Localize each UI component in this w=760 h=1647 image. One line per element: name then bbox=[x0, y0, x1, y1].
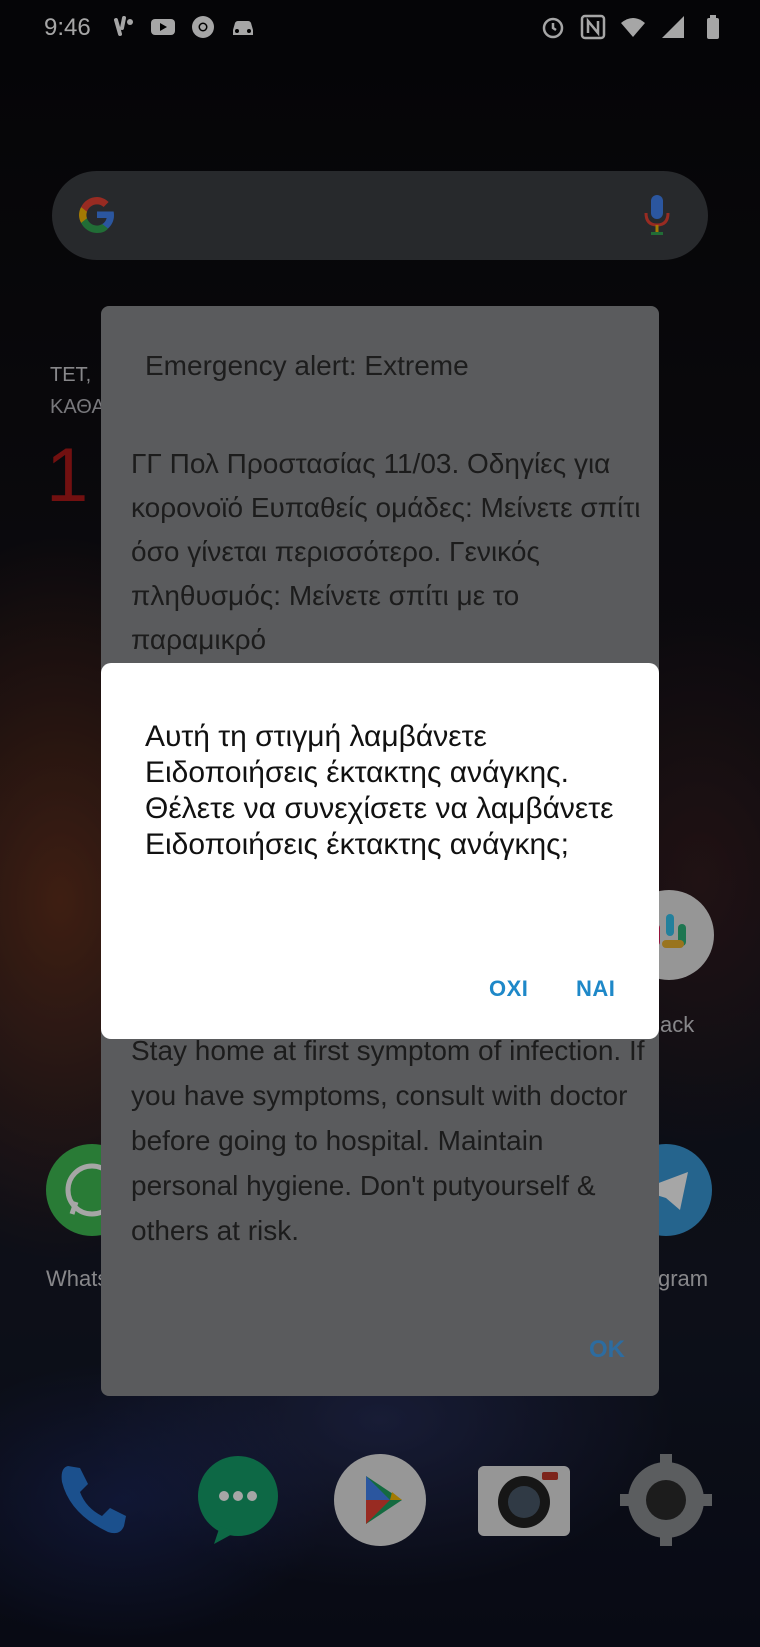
no-button[interactable]: ΟΧΙ bbox=[489, 976, 528, 1002]
alert-body-greek: ΓΓ Πολ Προστασίας 11/03. Οδηγίες για κορ… bbox=[131, 448, 641, 655]
alert-body-english: Stay home at first symptom of infection.… bbox=[131, 1035, 645, 1246]
alert-ok-button[interactable]: OK bbox=[589, 1336, 625, 1364]
dialog-message: Αυτή τη στιγμή λαμβάνετε Ειδοποιήσεις έκ… bbox=[145, 720, 614, 861]
continue-alerts-dialog: Αυτή τη στιγμή λαμβάνετε Ειδοποιήσεις έκ… bbox=[101, 663, 659, 1039]
yes-button[interactable]: ΝΑΙ bbox=[576, 976, 615, 1002]
alert-title: Emergency alert: Extreme bbox=[145, 350, 469, 381]
